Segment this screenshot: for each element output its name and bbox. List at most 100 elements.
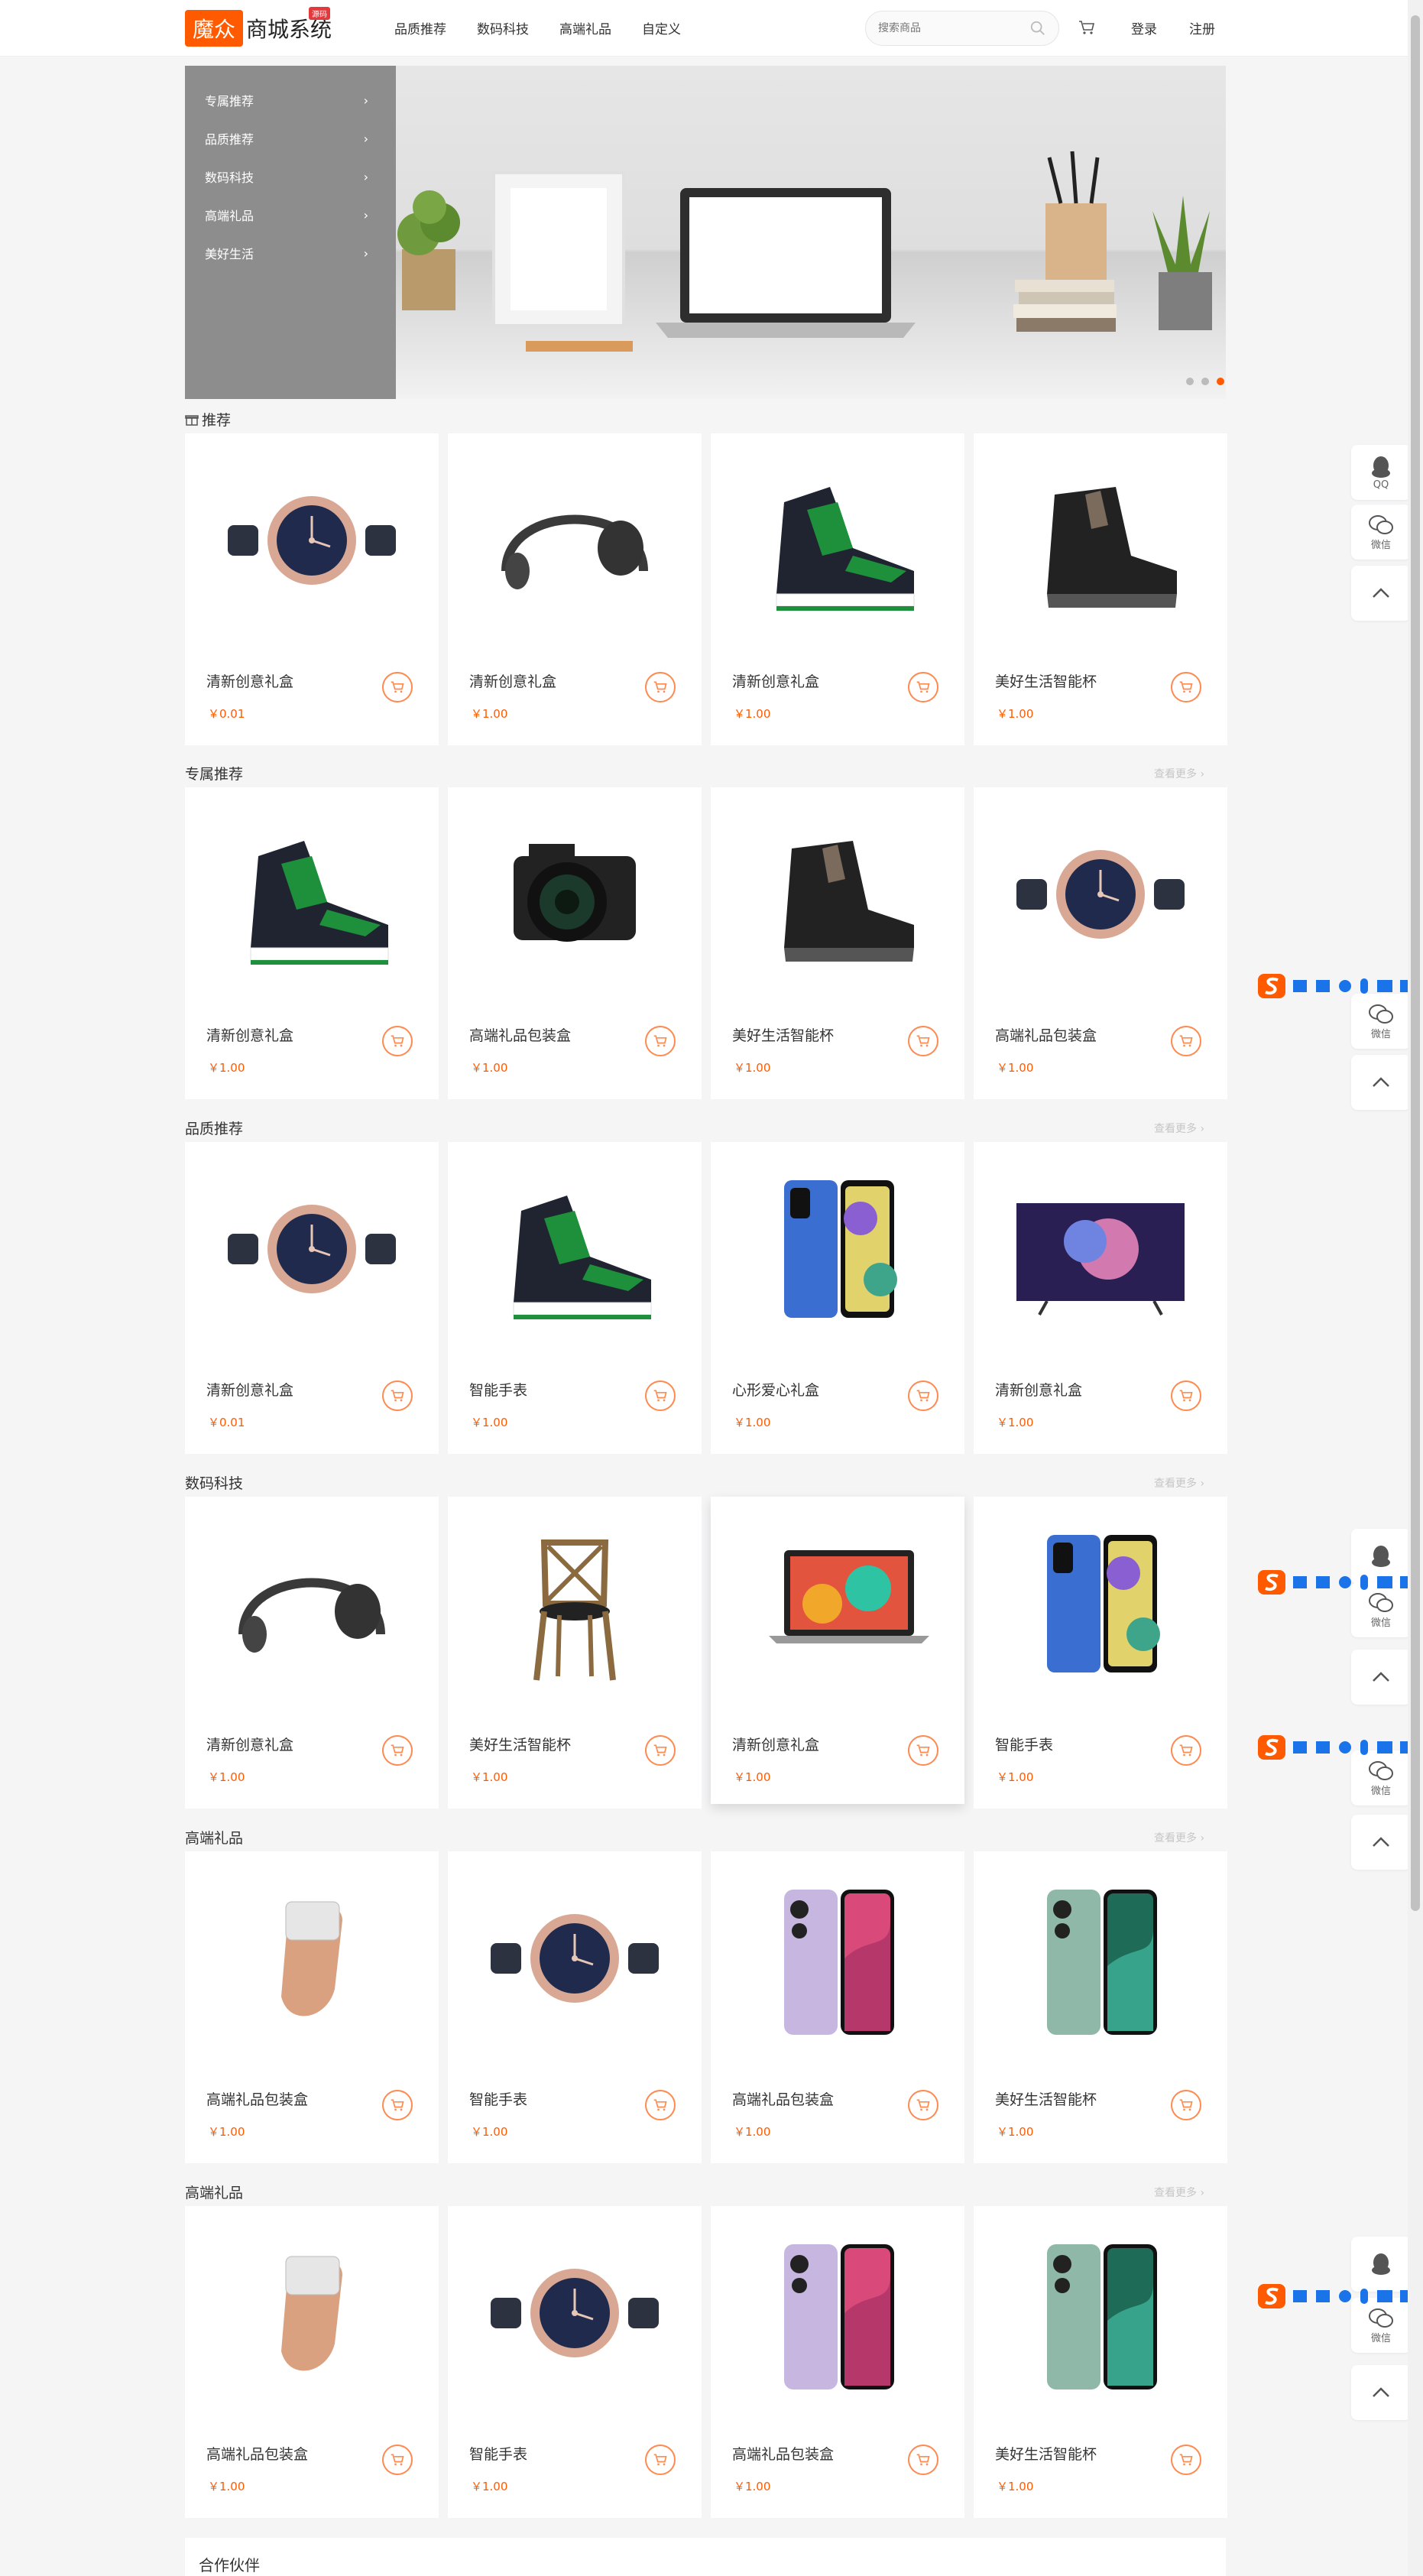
nav-item-quality[interactable]: 品质推荐 (394, 18, 446, 37)
category-item-gifts[interactable]: 高端礼品 › (185, 196, 396, 234)
product-image[interactable] (1001, 810, 1200, 978)
back-to-top-button[interactable] (1351, 1055, 1411, 1110)
product-name[interactable]: 清新创意礼盒 (732, 670, 819, 691)
scrollbar-thumb[interactable] (1411, 15, 1420, 1911)
product-card[interactable]: 美好生活智能杯 ￥1.00 (974, 433, 1227, 745)
product-image[interactable] (1001, 456, 1200, 625)
add-to-cart-button[interactable] (382, 1735, 413, 1766)
search-input[interactable] (878, 22, 1016, 34)
site-logo[interactable]: 魔众 商城系统 源码 (185, 7, 332, 47)
ime-toolbar[interactable] (1256, 1567, 1423, 1598)
product-image[interactable] (475, 456, 674, 625)
add-to-cart-button[interactable] (1171, 2090, 1201, 2120)
product-image[interactable] (212, 2229, 411, 2397)
product-card[interactable]: 高端礼品包装盒 ￥1.00 (448, 787, 702, 1099)
product-image[interactable] (212, 810, 411, 978)
product-card[interactable]: 智能手表 ￥1.00 (448, 1142, 702, 1454)
add-to-cart-button[interactable] (382, 1380, 413, 1411)
add-to-cart-button[interactable] (908, 1026, 938, 1056)
nav-item-custom[interactable]: 自定义 (642, 18, 681, 37)
product-name[interactable]: 清新创意礼盒 (206, 1379, 293, 1400)
product-name[interactable]: 智能手表 (995, 1734, 1053, 1754)
add-to-cart-button[interactable] (908, 1380, 938, 1411)
product-name[interactable]: 美好生活智能杯 (732, 1024, 834, 1045)
add-to-cart-button[interactable] (645, 1735, 676, 1766)
product-image[interactable] (1001, 2229, 1200, 2397)
carousel-dot[interactable] (1201, 378, 1209, 385)
product-card[interactable]: 高端礼品包装盒 ￥1.00 (711, 1851, 964, 2163)
product-name[interactable]: 高端礼品包装盒 (732, 2443, 834, 2464)
product-card[interactable]: 清新创意礼盒 ￥1.00 (185, 1497, 439, 1809)
add-to-cart-button[interactable] (645, 1026, 676, 1056)
ime-toolbar[interactable] (1256, 1732, 1423, 1763)
product-image[interactable] (738, 1520, 937, 1688)
nav-item-gifts[interactable]: 高端礼品 (559, 18, 611, 37)
product-name[interactable]: 智能手表 (469, 1379, 527, 1400)
product-name[interactable]: 清新创意礼盒 (995, 1379, 1082, 1400)
product-image[interactable] (738, 456, 937, 625)
product-image[interactable] (738, 810, 937, 978)
product-name[interactable]: 清新创意礼盒 (732, 1734, 819, 1754)
add-to-cart-button[interactable] (908, 2090, 938, 2120)
qq-float-button[interactable]: QQ (1351, 445, 1411, 500)
product-card[interactable]: 美好生活智能杯 ￥1.00 (974, 1851, 1227, 2163)
product-image[interactable] (738, 1874, 937, 2042)
add-to-cart-button[interactable] (1171, 1026, 1201, 1056)
register-link[interactable]: 注册 (1189, 18, 1215, 37)
product-name[interactable]: 清新创意礼盒 (206, 1024, 293, 1045)
add-to-cart-button[interactable] (382, 2445, 413, 2475)
add-to-cart-button[interactable] (1171, 1735, 1201, 1766)
product-image[interactable] (212, 1165, 411, 1333)
category-item-digital[interactable]: 数码科技 › (185, 157, 396, 196)
product-name[interactable]: 高端礼品包装盒 (206, 2443, 308, 2464)
product-name[interactable]: 美好生活智能杯 (995, 2443, 1097, 2464)
product-card[interactable]: 高端礼品包装盒 ￥1.00 (185, 1851, 439, 2163)
product-image[interactable] (738, 1165, 937, 1333)
product-name[interactable]: 高端礼品包装盒 (732, 2088, 834, 2109)
search-icon[interactable] (1029, 20, 1046, 37)
view-more-link[interactable]: 查看更多 › (1154, 1830, 1204, 1845)
carousel-dot-active[interactable] (1217, 378, 1224, 385)
wechat-float-button[interactable]: 微信 (1351, 994, 1411, 1049)
product-name[interactable]: 智能手表 (469, 2443, 527, 2464)
product-image[interactable] (212, 1520, 411, 1688)
product-card[interactable]: 智能手表 ￥1.00 (974, 1497, 1227, 1809)
product-card[interactable]: 清新创意礼盒 ￥0.01 (185, 433, 439, 745)
product-name[interactable]: 高端礼品包装盒 (206, 2088, 308, 2109)
product-name[interactable]: 清新创意礼盒 (469, 670, 556, 691)
ime-toolbar[interactable] (1256, 971, 1423, 1001)
add-to-cart-button[interactable] (1171, 2445, 1201, 2475)
category-item-exclusive[interactable]: 专属推荐 › (185, 81, 396, 119)
add-to-cart-button[interactable] (908, 672, 938, 702)
ime-toolbar[interactable] (1256, 2281, 1423, 2312)
product-name[interactable]: 美好生活智能杯 (995, 2088, 1097, 2109)
product-card[interactable]: 清新创意礼盒 ￥1.00 (974, 1142, 1227, 1454)
product-card[interactable]: 美好生活智能杯 ￥1.00 (448, 1497, 702, 1809)
product-name[interactable]: 智能手表 (469, 2088, 527, 2109)
product-card[interactable]: 清新创意礼盒 ￥0.01 (185, 1142, 439, 1454)
back-to-top-button[interactable] (1351, 1650, 1411, 1705)
add-to-cart-button[interactable] (382, 672, 413, 702)
view-more-link[interactable]: 查看更多 › (1154, 2185, 1204, 2200)
nav-item-digital[interactable]: 数码科技 (477, 18, 529, 37)
product-image[interactable] (475, 810, 674, 978)
view-more-link[interactable]: 查看更多 › (1154, 766, 1204, 781)
cart-icon[interactable] (1078, 18, 1096, 37)
back-to-top-button[interactable] (1351, 2365, 1411, 2420)
product-card[interactable]: 美好生活智能杯 ￥1.00 (711, 787, 964, 1099)
product-image[interactable] (475, 1520, 674, 1688)
product-card[interactable]: 高端礼品包装盒 ￥1.00 (974, 787, 1227, 1099)
add-to-cart-button[interactable] (645, 672, 676, 702)
product-card[interactable]: 智能手表 ￥1.00 (448, 2206, 702, 2518)
category-item-quality[interactable]: 品质推荐 › (185, 119, 396, 157)
product-image[interactable] (475, 2229, 674, 2397)
product-name[interactable]: 清新创意礼盒 (206, 1734, 293, 1754)
back-to-top-button[interactable] (1351, 566, 1411, 621)
add-to-cart-button[interactable] (645, 2445, 676, 2475)
add-to-cart-button[interactable] (382, 1026, 413, 1056)
add-to-cart-button[interactable] (645, 2090, 676, 2120)
product-name[interactable]: 美好生活智能杯 (469, 1734, 571, 1754)
add-to-cart-button[interactable] (645, 1380, 676, 1411)
product-image[interactable] (475, 1874, 674, 2042)
product-name[interactable]: 高端礼品包装盒 (469, 1024, 571, 1045)
